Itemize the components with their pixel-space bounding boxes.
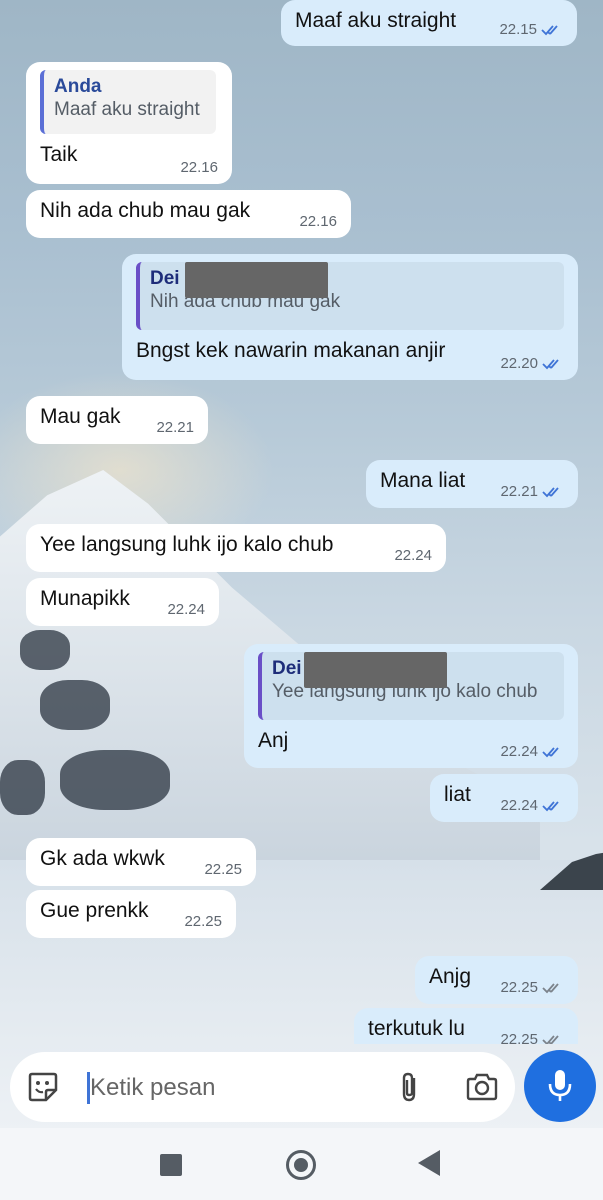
quoted-message[interactable]: Dei Yee langsung luhk ijo kalo chub [258, 652, 564, 720]
home-icon[interactable] [286, 1150, 316, 1180]
camera-icon[interactable] [465, 1072, 499, 1102]
message-bubble-outgoing[interactable]: Anjg 22.25 [415, 956, 578, 1004]
message-list-clip: terkutuk lu 22.25 [0, 1006, 603, 1044]
message-bubble-incoming[interactable]: Yee langsung luhk ijo kalo chub 22.24 [26, 524, 446, 572]
message-bubble-outgoing[interactable]: Dei Yee langsung luhk ijo kalo chub Anj … [244, 644, 578, 768]
message-time: 22.24 [167, 601, 205, 618]
message-time: 22.21 [500, 483, 566, 500]
message-text: Yee langsung luhk ijo kalo chub [40, 533, 334, 556]
message-bubble-incoming[interactable]: Mau gak 22.21 [26, 396, 208, 444]
redaction-box [185, 262, 328, 298]
message-bubble-incoming[interactable]: Anda Maaf aku straight Taik 22.16 [26, 62, 232, 184]
message-time: 22.25 [204, 861, 242, 878]
message-input[interactable]: Ketik pesan [90, 1072, 215, 1104]
message-bubble-incoming[interactable]: Munapikk 22.24 [26, 578, 219, 626]
message-bubble-outgoing[interactable]: Maaf aku straight 22.15 [281, 0, 577, 46]
mic-button[interactable] [524, 1050, 596, 1122]
mic-icon [548, 1070, 572, 1101]
message-time: 22.24 [394, 547, 432, 564]
message-time: 22.16 [180, 159, 218, 176]
message-time: 22.25 [184, 913, 222, 930]
sticker-icon[interactable] [26, 1070, 60, 1104]
message-time: 22.24 [500, 743, 566, 760]
message-bubble-outgoing[interactable]: liat 22.24 [430, 774, 578, 822]
message-time: 22.24 [500, 797, 566, 814]
redaction-box [304, 652, 447, 688]
quoted-message[interactable]: Dei Nih ada chub mau gak [136, 262, 564, 330]
read-ticks-icon [542, 746, 559, 757]
message-bubble-outgoing[interactable]: Mana liat 22.21 [366, 460, 578, 508]
delivered-ticks-icon [542, 982, 559, 993]
message-time: 22.15 [499, 21, 565, 38]
message-bubble-outgoing[interactable]: terkutuk lu 22.25 [354, 1008, 578, 1044]
message-text: Nih ada chub mau gak [40, 199, 251, 222]
recents-icon[interactable] [160, 1154, 182, 1176]
message-time: 22.20 [500, 355, 566, 372]
delivered-ticks-icon [542, 1034, 559, 1044]
message-bubble-incoming[interactable]: Gk ada wkwk 22.25 [26, 838, 256, 886]
back-icon[interactable] [418, 1150, 440, 1176]
quote-author: Anda [54, 76, 102, 97]
read-ticks-icon [542, 358, 559, 369]
message-bubble-incoming[interactable]: Gue prenkk 22.25 [26, 890, 236, 938]
read-ticks-icon [541, 24, 558, 35]
message-bubble-incoming[interactable]: Nih ada chub mau gak 22.16 [26, 190, 351, 238]
read-ticks-icon [542, 800, 559, 811]
attach-icon[interactable] [395, 1070, 425, 1104]
message-time: 22.25 [500, 979, 566, 996]
quote-text: Maaf aku straight [54, 99, 200, 120]
message-time: 22.16 [299, 213, 337, 230]
read-ticks-icon [542, 486, 559, 497]
message-time: 22.21 [156, 419, 194, 436]
quoted-message[interactable]: Anda Maaf aku straight [40, 70, 216, 134]
message-bubble-outgoing[interactable]: Dei Nih ada chub mau gak Bngst kek nawar… [122, 254, 578, 380]
message-time: 22.25 [500, 1031, 566, 1044]
message-composer[interactable]: Ketik pesan [10, 1052, 515, 1122]
